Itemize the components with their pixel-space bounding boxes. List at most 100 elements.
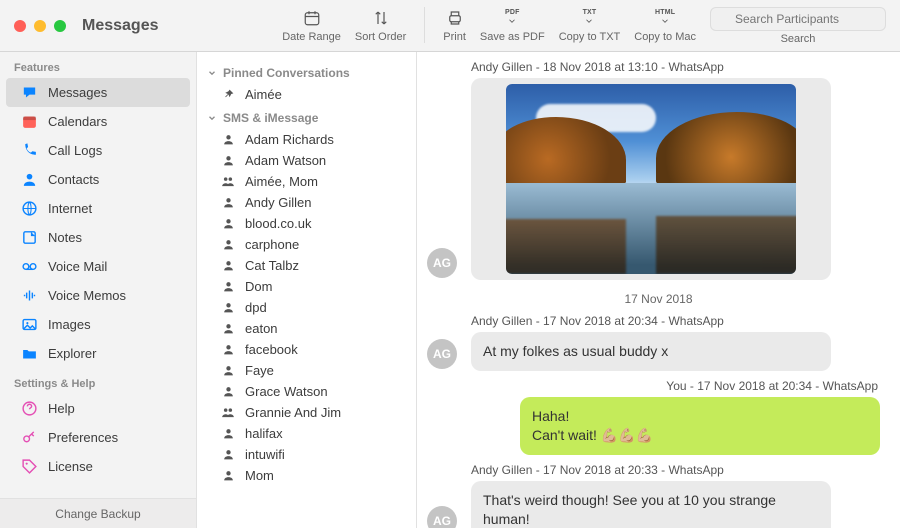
conversation-row[interactable]: intuwifi [197,444,416,465]
avatar: AG [427,248,457,278]
conversation-label: intuwifi [245,447,285,462]
sidebar-item-notes[interactable]: Notes [6,223,190,252]
conversation-group-header[interactable]: SMS & iMessage [197,105,416,129]
sidebar-item-label: Calendars [48,114,107,129]
conversation-row[interactable]: Adam Richards [197,129,416,150]
sidebar-item-explorer[interactable]: Explorer [6,339,190,368]
group-icon [221,174,235,189]
print-button[interactable]: Print [443,7,466,43]
folder-icon [20,345,38,362]
chevron-down-icon [207,68,217,78]
conversation-row[interactable]: Adam Watson [197,150,416,171]
sidebar-item-images[interactable]: Images [6,310,190,339]
sidebar-item-label: Images [48,317,91,332]
html-icon: HTML [653,7,677,29]
message-bubble-image[interactable] [471,78,831,280]
message-bubble-incoming[interactable]: That's weird though! See you at 10 you s… [471,481,831,528]
conversation-row[interactable]: Cat Talbz [197,255,416,276]
printer-icon [446,7,464,29]
change-backup-button[interactable]: Change Backup [0,498,196,528]
conversation-label: Faye [245,363,274,378]
message-block: Andy Gillen - 18 Nov 2018 at 13:10 - Wha… [427,60,890,280]
person-icon [221,238,235,251]
sidebar-item-messages[interactable]: Messages [6,78,190,107]
message-meta: You - 17 Nov 2018 at 20:34 - WhatsApp [427,379,878,393]
close-window-button[interactable] [14,20,26,32]
sort-order-button[interactable]: Sort Order [355,7,406,43]
sidebar-item-preferences[interactable]: Preferences [6,423,190,452]
conversation-row[interactable]: carphone [197,234,416,255]
conversation-row[interactable]: Aimée [197,84,416,105]
sidebar-section-features: Features [0,52,196,78]
save-as-pdf-button[interactable]: PDF Save as PDF [480,7,545,43]
person-icon [221,364,235,377]
sidebar-item-label: License [48,459,93,474]
minimize-window-button[interactable] [34,20,46,32]
conversation-row[interactable]: Faye [197,360,416,381]
sidebar-item-calendars[interactable]: Calendars [6,107,190,136]
sidebar-section-settings: Settings & Help [0,368,196,394]
conversation-row[interactable]: dpd [197,297,416,318]
conversation-row[interactable]: facebook [197,339,416,360]
conversation-row[interactable]: Dom [197,276,416,297]
window-controls [14,20,66,32]
conversation-label: Aimée, Mom [245,174,318,189]
group-icon [221,405,235,420]
message-bubble-outgoing[interactable]: Haha!Can't wait! 💪🏼💪🏼💪🏼 [520,397,880,455]
person-icon [221,133,235,146]
copy-to-mac-button[interactable]: HTML Copy to Mac [634,7,696,43]
sidebar-item-label: Notes [48,230,82,245]
conversation-row[interactable]: halifax [197,423,416,444]
person-icon [221,154,235,167]
messages-icon [20,84,38,101]
voicemail-icon [20,258,38,275]
sidebar-item-help[interactable]: Help [6,394,190,423]
conversation-label: carphone [245,237,299,252]
conversation-row[interactable]: Grannie And Jim [197,402,416,423]
sidebar: Features Messages Calendars Call Logs Conta… [0,52,197,528]
sidebar-item-voice-memos[interactable]: Voice Memos [6,281,190,310]
conversation-row[interactable]: eaton [197,318,416,339]
search-label: Search [781,33,816,45]
copy-to-txt-button[interactable]: TXT Copy to TXT [559,7,621,43]
conversation-label: Adam Watson [245,153,326,168]
conversation-label: dpd [245,300,267,315]
message-meta: Andy Gillen - 17 Nov 2018 at 20:33 - Wha… [471,463,890,477]
sidebar-item-call-logs[interactable]: Call Logs [6,136,190,165]
conversation-row[interactable]: Mom [197,465,416,486]
conversation-label: Aimée [245,87,282,102]
conversation-row[interactable]: Grace Watson [197,381,416,402]
waveform-icon [20,287,38,304]
chevron-down-icon [207,113,217,123]
note-icon [20,229,38,246]
key-icon [20,429,38,446]
sidebar-item-label: Voice Memos [48,288,126,303]
sidebar-item-voice-mail[interactable]: Voice Mail [6,252,190,281]
txt-icon: TXT [581,7,599,29]
sidebar-item-label: Preferences [48,430,118,445]
sidebar-item-label: Call Logs [48,143,102,158]
sidebar-item-internet[interactable]: Internet [6,194,190,223]
sidebar-item-contacts[interactable]: Contacts [6,165,190,194]
message-pane: Andy Gillen - 18 Nov 2018 at 13:10 - Wha… [417,52,900,528]
message-meta: Andy Gillen - 17 Nov 2018 at 20:34 - Wha… [471,314,890,328]
date-separator: 17 Nov 2018 [427,292,890,306]
message-bubble-incoming[interactable]: At my folkes as usual buddy x [471,332,831,371]
search-input[interactable] [710,7,886,31]
person-icon [20,171,38,188]
date-range-button[interactable]: Date Range [282,7,341,43]
message-block: Andy Gillen - 17 Nov 2018 at 20:34 - Wha… [427,314,890,371]
conversation-group-header[interactable]: Pinned Conversations [197,60,416,84]
maximize-window-button[interactable] [54,20,66,32]
conversation-row[interactable]: blood.co.uk [197,213,416,234]
conversation-label: eaton [245,321,278,336]
conversation-label: Grannie And Jim [245,405,341,420]
avatar: AG [427,339,457,369]
conversation-label: Adam Richards [245,132,334,147]
conversation-row[interactable]: Andy Gillen [197,192,416,213]
person-icon [221,259,235,272]
message-block: Andy Gillen - 17 Nov 2018 at 20:33 - Wha… [427,463,890,528]
sidebar-item-license[interactable]: License [6,452,190,481]
sidebar-item-label: Voice Mail [48,259,107,274]
conversation-row[interactable]: Aimée, Mom [197,171,416,192]
